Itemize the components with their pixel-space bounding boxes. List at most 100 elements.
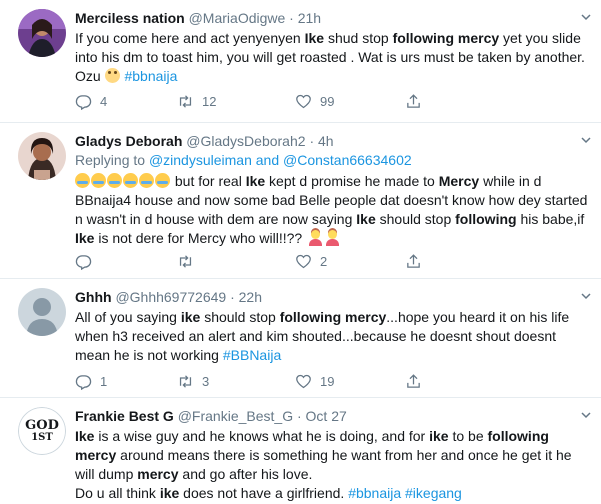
share-button[interactable]	[405, 251, 422, 271]
text-segment: All of you saying	[75, 309, 181, 325]
text-segment: Do u all think	[75, 485, 160, 501]
text-segment: shud stop	[324, 30, 393, 46]
tweet-text: All of you saying ike should stop follow…	[75, 308, 591, 365]
share-icon	[407, 253, 420, 268]
retweet-button[interactable]: 12	[177, 91, 216, 111]
replying-to-users[interactable]: @zindysuleiman and @Constan66634602	[149, 152, 412, 168]
joy-emoji	[75, 173, 90, 188]
reply-icon	[75, 374, 92, 390]
text-segment: mercy	[75, 447, 117, 463]
tweet[interactable]: GOD 1ST Frankie Best G @Frankie_Best_G ·…	[0, 398, 601, 504]
tweet-header: Frankie Best G @Frankie_Best_G · Oct 27	[75, 407, 591, 425]
display-name[interactable]: Gladys Deborah	[75, 133, 182, 149]
separator-dot: ·	[296, 408, 302, 424]
display-name[interactable]: Ghhh	[75, 289, 112, 305]
avatar[interactable]: GOD 1ST	[18, 407, 66, 455]
person-shrugging-emoji	[325, 230, 340, 246]
chevron-down-icon[interactable]	[581, 136, 591, 144]
text-segment: Ike	[75, 428, 95, 444]
reply-icon	[75, 254, 92, 270]
avatar[interactable]	[18, 132, 66, 180]
text-segment: Mercy	[438, 173, 480, 189]
tweet[interactable]: Ghhh @Ghhh69772649 · 22h All of you sayi…	[0, 279, 601, 398]
like-count: 19	[320, 373, 335, 389]
tweet-header: Ghhh @Ghhh69772649 · 22h	[75, 288, 591, 306]
like-button[interactable]: 19	[295, 371, 334, 391]
timestamp[interactable]: Oct 27	[306, 408, 347, 424]
like-button[interactable]: 99	[295, 91, 334, 111]
retweet-count: 12	[202, 93, 217, 109]
text-segment: but for real	[171, 173, 246, 189]
reply-button[interactable]: 4	[75, 91, 107, 111]
tweet-actions: 2	[75, 251, 515, 271]
separator-dot: ·	[289, 10, 294, 26]
text-segment: following	[455, 211, 517, 227]
like-icon	[296, 374, 311, 388]
share-button[interactable]	[405, 91, 422, 111]
text-segment: his babe,if	[516, 211, 585, 227]
like-count: 99	[320, 93, 335, 109]
share-icon	[407, 93, 420, 108]
user-handle[interactable]: @Ghhh69772649	[115, 289, 226, 305]
joy-emoji	[155, 173, 170, 188]
text-segment: does not have a girlfriend.	[179, 485, 349, 501]
tweet[interactable]: Gladys Deborah @GladysDeborah2 · 4h Repl…	[0, 123, 601, 279]
avatar[interactable]	[18, 9, 66, 57]
tweet-header: Gladys Deborah @GladysDeborah2 · 4h	[75, 132, 591, 150]
text-segment: ike	[429, 428, 449, 444]
share-button[interactable]	[405, 371, 422, 391]
replying-to: Replying to @zindysuleiman and @Constan6…	[75, 151, 591, 170]
display-name[interactable]: Merciless nation	[75, 10, 185, 26]
tweet-actions: 1 3 19	[75, 371, 515, 391]
user-handle[interactable]: @GladysDeborah2	[186, 133, 305, 149]
text-segment: is a wise guy and he knows what he is do…	[94, 428, 430, 444]
hashtag-link[interactable]: #BBNaija	[223, 347, 281, 363]
text-segment: and go after his love.	[178, 466, 313, 482]
hashtag-link[interactable]: #bbnaija	[124, 68, 177, 84]
separator-dot: ·	[230, 289, 235, 305]
retweet-button[interactable]	[177, 251, 202, 271]
separator-dot: ·	[309, 133, 315, 149]
timestamp[interactable]: 4h	[318, 133, 334, 149]
reply-count: 4	[100, 93, 108, 109]
retweet-icon	[179, 254, 192, 268]
timestamp[interactable]: 21h	[298, 10, 321, 26]
reply-icon	[75, 94, 92, 110]
tweet-text: Ike is a wise guy and he knows what he i…	[75, 427, 591, 503]
retweet-count: 3	[202, 373, 210, 389]
replying-prefix: Replying to	[75, 152, 149, 168]
tweet-text: If you come here and act yenyenyen Ike s…	[75, 29, 591, 86]
avatar-logo-text-bottom: 1ST	[31, 432, 53, 443]
text-segment: should stop	[375, 211, 456, 227]
user-handle[interactable]: @Frankie_Best_G	[178, 408, 293, 424]
like-icon	[296, 254, 311, 268]
user-handle[interactable]: @MariaOdigwe	[189, 10, 286, 26]
chevron-down-icon[interactable]	[581, 292, 591, 300]
avatar-logo-text-top: GOD	[25, 418, 59, 433]
reply-count: 1	[100, 373, 108, 389]
chevron-down-icon[interactable]	[581, 411, 591, 419]
chevron-down-icon[interactable]	[581, 13, 591, 21]
avatar-logo: GOD 1ST	[18, 407, 66, 455]
share-icon	[407, 373, 420, 388]
tweet-header: Merciless nation @MariaOdigwe · 21h	[75, 9, 591, 27]
avatar[interactable]	[18, 288, 66, 336]
retweet-icon	[179, 94, 192, 108]
text-segment: following	[487, 428, 549, 444]
text-segment: Ike	[304, 30, 325, 46]
like-button[interactable]: 2	[295, 251, 327, 271]
text-segment: ike	[159, 485, 180, 501]
tweet[interactable]: Merciless nation @MariaOdigwe · 21h If y…	[0, 0, 601, 123]
tweet-text: but for real Ike kept d promise he made …	[75, 172, 591, 248]
retweet-button[interactable]: 3	[177, 371, 209, 391]
hashtag-link[interactable]: #bbnaija	[348, 485, 401, 501]
display-name[interactable]: Frankie Best G	[75, 408, 174, 424]
text-segment: is not dere for Mercy who will!!??	[94, 230, 307, 246]
reply-button[interactable]	[75, 251, 100, 271]
text-segment: to be	[448, 428, 488, 444]
text-segment: Ike	[356, 211, 376, 227]
timestamp[interactable]: 22h	[239, 289, 262, 305]
hashtag-link[interactable]: #ikegang	[405, 485, 462, 501]
reply-button[interactable]: 1	[75, 371, 107, 391]
text-segment: mercy	[137, 466, 179, 482]
